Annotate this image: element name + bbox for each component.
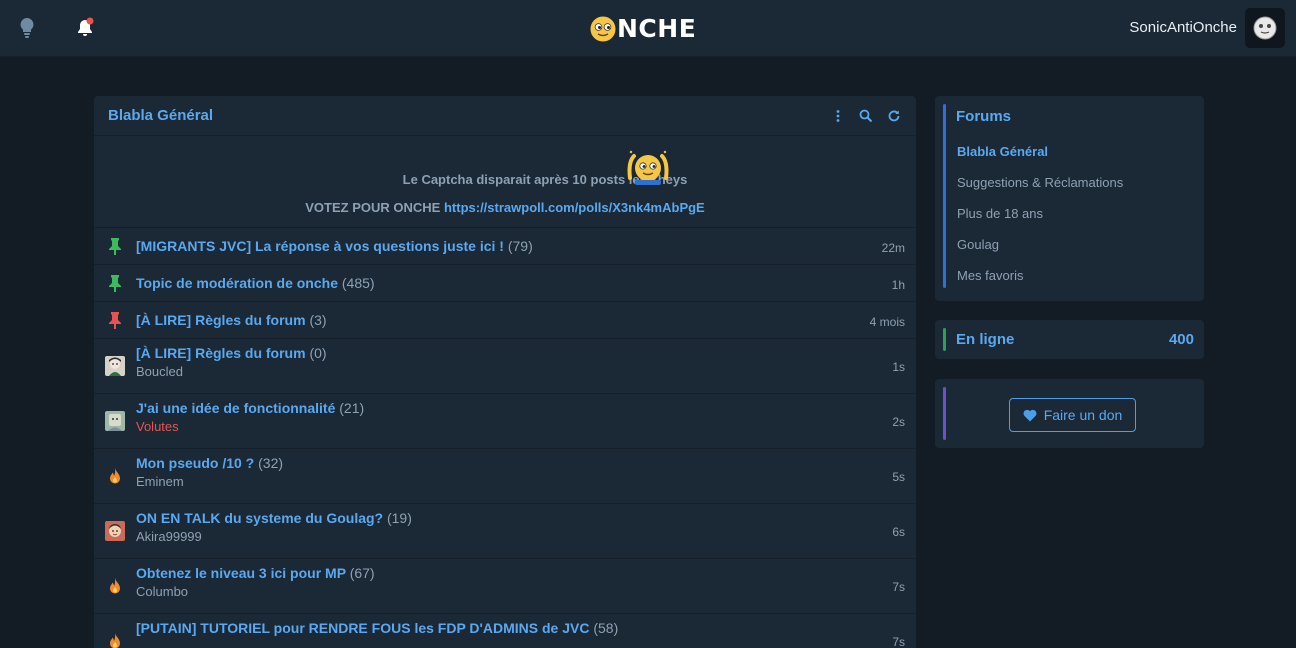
online-accent-bar xyxy=(943,328,946,351)
heart-icon xyxy=(1023,409,1037,421)
sidebar-item-mes-favoris[interactable]: Mes favoris xyxy=(957,268,1023,283)
topic-time: 6s xyxy=(892,525,905,539)
fire-icon xyxy=(110,633,120,648)
topic-title[interactable]: [À LIRE] Règles du forum (3) xyxy=(136,312,327,328)
donate-card: Faire un don xyxy=(935,379,1204,448)
happy-onche-emoji-icon xyxy=(627,150,669,185)
online-count: 400 xyxy=(1168,331,1194,348)
announcement-box: Le Captcha disparait après 10 posts les … xyxy=(94,136,916,228)
forum-title[interactable]: Blabla Général xyxy=(108,107,213,124)
topic-reply-count: (3) xyxy=(309,312,327,328)
topic-row[interactable]: [PUTAIN] TUTORIEL pour RENDRE FOUS les F… xyxy=(94,614,916,648)
topic-time: 5s xyxy=(892,470,905,484)
pin-green-icon xyxy=(109,238,121,255)
fire-icon xyxy=(110,468,120,484)
search-icon[interactable] xyxy=(858,108,874,124)
topic-reply-count: (58) xyxy=(593,620,619,636)
donate-button[interactable]: Faire un don xyxy=(1009,398,1136,432)
forums-heading: Forums xyxy=(956,108,1012,125)
topic-row[interactable]: Mon pseudo /10 ? (32) Eminem 5s xyxy=(94,449,916,504)
more-icon[interactable] xyxy=(830,108,846,124)
sidebar-item-goulag[interactable]: Goulag xyxy=(957,237,999,252)
online-label[interactable]: En ligne xyxy=(956,331,1014,348)
topic-author[interactable]: Columbo xyxy=(136,584,188,599)
user-avatar-icon xyxy=(105,356,125,376)
user-avatar-icon xyxy=(105,411,125,431)
sidebar-item-suggestions[interactable]: Suggestions & Réclamations xyxy=(957,175,1123,190)
topic-title[interactable]: Obtenez le niveau 3 ici pour MP (67) xyxy=(136,565,375,581)
topic-title[interactable]: [PUTAIN] TUTORIEL pour RENDRE FOUS les F… xyxy=(136,620,618,636)
top-navbar: NCHE SonicAntiOnche xyxy=(0,0,1296,57)
topic-author[interactable]: Boucled xyxy=(136,364,183,379)
topic-time: 7s xyxy=(892,580,905,594)
topic-reply-count: (0) xyxy=(309,345,327,361)
topic-row[interactable]: J'ai une idée de fonctionnalité (21) Vol… xyxy=(94,394,916,449)
forums-accent-bar xyxy=(943,104,946,288)
topic-row[interactable]: ON EN TALK du systeme du Goulag? (19) Ak… xyxy=(94,504,916,559)
topic-author[interactable]: Volutes xyxy=(136,419,179,434)
topic-author[interactable]: Akira99999 xyxy=(136,529,202,544)
topic-time: 7s xyxy=(892,635,905,648)
username[interactable]: SonicAntiOnche xyxy=(1129,19,1237,36)
user-avatar-icon xyxy=(105,521,125,541)
topic-row[interactable]: Obtenez le niveau 3 ici pour MP (67) Col… xyxy=(94,559,916,614)
panel-actions xyxy=(830,108,902,124)
lightbulb-icon[interactable] xyxy=(18,17,36,39)
topic-reply-count: (32) xyxy=(258,455,284,471)
donate-label: Faire un don xyxy=(1043,407,1123,423)
panel-header: Blabla Général xyxy=(94,96,916,136)
online-card: En ligne 400 xyxy=(935,320,1204,359)
topic-title[interactable]: ON EN TALK du systeme du Goulag? (19) xyxy=(136,510,412,526)
topic-reply-count: (485) xyxy=(341,275,375,291)
topic-reply-count: (67) xyxy=(349,565,375,581)
topic-title[interactable]: Mon pseudo /10 ? (32) xyxy=(136,455,283,471)
sidebar-item-plus-de-18-ans[interactable]: Plus de 18 ans xyxy=(957,206,1043,221)
avatar-face-icon xyxy=(1253,16,1277,40)
forums-card: Forums Blabla Général Suggestions & Récl… xyxy=(935,96,1204,301)
vote-text: VOTEZ POUR ONCHE xyxy=(305,200,441,215)
vote-notice: VOTEZ POUR ONCHE https://strawpoll.com/p… xyxy=(94,200,916,215)
topic-title[interactable]: [À LIRE] Règles du forum (0) xyxy=(136,345,327,361)
topic-row[interactable]: [MIGRANTS JVC] La réponse à vos question… xyxy=(94,228,916,265)
topic-list-panel: Blabla Général Le Captcha disparait aprè… xyxy=(94,96,916,648)
site-logo[interactable]: NCHE xyxy=(589,14,696,44)
topic-title[interactable]: [MIGRANTS JVC] La réponse à vos question… xyxy=(136,238,533,254)
topic-reply-count: (21) xyxy=(339,400,365,416)
topic-author[interactable]: Eminem xyxy=(136,474,184,489)
avatar[interactable] xyxy=(1245,8,1285,48)
topic-row[interactable]: [À LIRE] Règles du forum (0) Boucled 1s xyxy=(94,339,916,394)
pin-green-icon xyxy=(109,275,121,292)
donate-accent-bar xyxy=(943,387,946,440)
sidebar-item-blabla-general[interactable]: Blabla Général xyxy=(957,144,1048,159)
topic-reply-count: (19) xyxy=(386,510,412,526)
topic-time: 4 mois xyxy=(869,315,905,329)
bell-icon[interactable] xyxy=(75,17,95,39)
pin-red-icon xyxy=(109,312,121,329)
topic-title[interactable]: Topic de modération de onche (485) xyxy=(136,275,375,291)
topic-time: 22m xyxy=(881,241,905,255)
strawpoll-link[interactable]: https://strawpoll.com/polls/X3nk4mAbPgE xyxy=(444,200,705,215)
topic-row[interactable]: Topic de modération de onche (485) 1h xyxy=(94,265,916,302)
topic-time: 1s xyxy=(892,360,905,374)
onche-face-icon xyxy=(589,15,617,43)
topic-time: 1h xyxy=(891,278,905,292)
refresh-icon[interactable] xyxy=(886,108,902,124)
topic-time: 2s xyxy=(892,415,905,429)
fire-icon xyxy=(110,578,120,594)
topic-title[interactable]: J'ai une idée de fonctionnalité (21) xyxy=(136,400,364,416)
logo-text: NCHE xyxy=(617,14,697,43)
topic-reply-count: (79) xyxy=(507,238,533,254)
topic-row[interactable]: [À LIRE] Règles du forum (3) 4 mois xyxy=(94,302,916,339)
